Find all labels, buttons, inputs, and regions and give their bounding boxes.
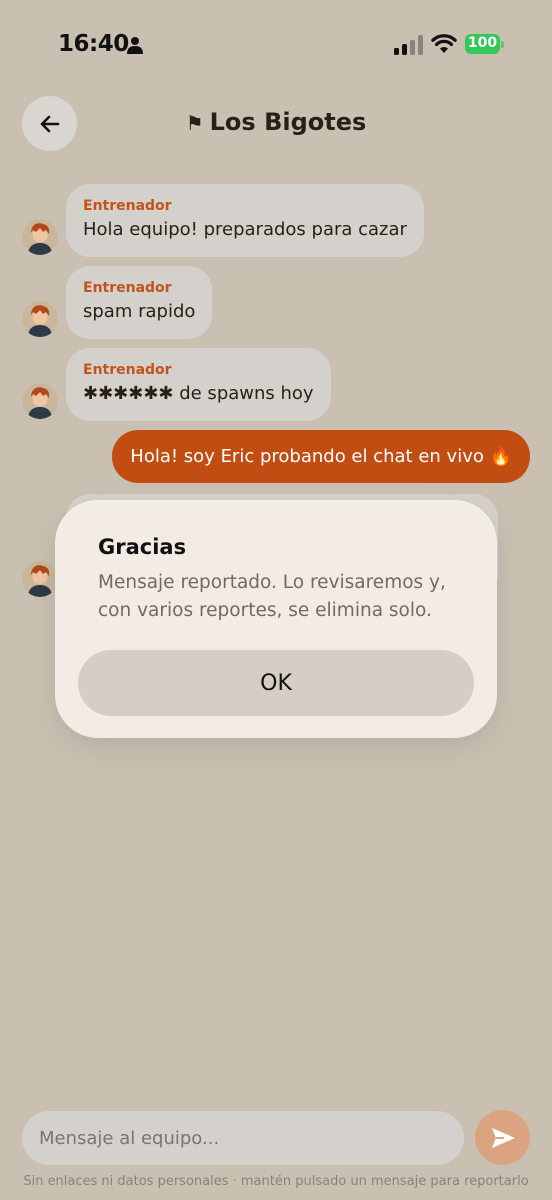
send-icon — [491, 1127, 515, 1148]
message-text: Hola! soy Eric probando el chat en vivo … — [130, 445, 512, 467]
avatar[interactable] — [22, 301, 58, 337]
status-bar: 16:40 100 — [0, 0, 552, 90]
team-name: Los Bigotes — [209, 108, 367, 136]
message-row: Entrenador spam rapido — [0, 266, 552, 339]
message-text: Hola equipo! preparados para cazar — [83, 219, 407, 240]
ok-button[interactable]: OK — [78, 650, 474, 716]
send-button[interactable] — [475, 1110, 530, 1165]
battery-level: 100 — [467, 35, 498, 51]
battery-icon: 100 — [465, 34, 504, 54]
avatar[interactable] — [22, 219, 58, 255]
person-icon — [127, 37, 143, 54]
avatar — [22, 561, 58, 597]
message-text: spam rapido — [83, 301, 196, 322]
sender-name: Entrenador — [83, 362, 172, 378]
message-input[interactable] — [22, 1111, 464, 1165]
message-row: Entrenador ✱✱✱✱✱✱ de spawns hoy — [0, 348, 552, 421]
avatar[interactable] — [22, 383, 58, 419]
message-row: Entrenador Hola equipo! preparados para … — [0, 184, 552, 257]
wifi-icon — [431, 34, 457, 53]
alert-title: Gracias — [98, 535, 187, 559]
sender-name: Entrenador — [83, 198, 172, 214]
status-time: 16:40 — [58, 31, 129, 57]
signal-icon — [394, 35, 423, 55]
footer-note: Sin enlaces ni datos personales · mantén… — [23, 1174, 529, 1189]
message-text: ✱✱✱✱✱✱ de spawns hoy — [83, 383, 314, 404]
sender-name: Entrenador — [83, 280, 172, 296]
message-bubble[interactable]: Entrenador Hola equipo! preparados para … — [66, 184, 424, 257]
message-bubble[interactable]: Entrenador ✱✱✱✱✱✱ de spawns hoy — [66, 348, 331, 421]
message-bubble[interactable]: Entrenador spam rapido — [66, 266, 213, 339]
alert-message: Mensaje reportado. Lo revisaremos y, con… — [98, 572, 446, 621]
flag-icon: ⚑ — [185, 111, 204, 135]
chat-title: ⚑ Los Bigotes — [0, 108, 552, 136]
my-message-bubble[interactable]: Hola! soy Eric probando el chat en vivo … — [112, 430, 530, 483]
report-alert-dialog: Gracias Mensaje reportado. Lo revisaremo… — [56, 501, 496, 737]
